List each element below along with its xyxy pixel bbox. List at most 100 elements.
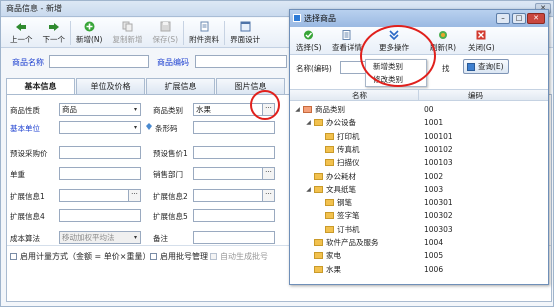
tree-row[interactable]: 水果 1006 — [290, 263, 548, 276]
cost-method-select[interactable]: 移动加权平均法 ▾ — [59, 231, 141, 244]
ext4-label: 扩展信息4 — [10, 212, 45, 221]
remark-label: 备注 — [153, 234, 168, 243]
nature-select[interactable]: 商品 ▾ — [59, 103, 141, 116]
measure-checkbox-row[interactable]: 启用计量方式（金额 = 单价×重量） — [10, 251, 151, 262]
arrow-left-icon — [15, 21, 27, 32]
product-code-input[interactable] — [195, 55, 287, 68]
tree-row-name: 办公耗材 — [305, 170, 356, 183]
plus-icon — [83, 21, 95, 32]
tree-row[interactable]: 传真机 100102 — [290, 143, 548, 156]
tree-row[interactable]: 软件产品及服务 1004 — [290, 236, 548, 249]
tree-row-code: 1005 — [424, 251, 444, 261]
tree-row-name: ◢ 办公设备 — [305, 116, 356, 129]
batch-checkbox-label: 启用批号管理 — [160, 252, 208, 261]
tab-unit-price[interactable]: 单位及价格 — [76, 78, 145, 94]
save-icon — [159, 21, 171, 32]
tree-row[interactable]: 钢笔 100301 — [290, 196, 548, 209]
save-button[interactable]: 保存(S) — [147, 18, 183, 48]
tree-row-name: 软件产品及服务 — [305, 236, 379, 249]
barcode-input[interactable] — [193, 121, 275, 134]
expand-toggle-icon[interactable]: ◢ — [305, 183, 312, 196]
attachment-button[interactable]: 附件资料 — [184, 18, 224, 48]
select-button[interactable]: 选择(S) — [296, 27, 322, 55]
expand-toggle-icon[interactable]: ◢ — [294, 103, 301, 116]
tab-images[interactable]: 图片信息 — [216, 78, 285, 94]
ext5-input[interactable] — [193, 209, 275, 222]
tab-extended-info[interactable]: 扩展信息 — [146, 78, 215, 94]
window-layout-icon — [239, 21, 251, 32]
tree-row[interactable]: ◢ 文具纸笔 1003 — [290, 183, 548, 196]
sale-price-label: 预设售价1 — [153, 149, 188, 158]
add-button[interactable]: 新增(N) — [71, 18, 107, 48]
ext4-input[interactable] — [59, 209, 141, 222]
tree-row-code: 100103 — [424, 158, 453, 168]
tree-row[interactable]: 签字笔 100302 — [290, 209, 548, 222]
dialog-close-button[interactable]: ✕ — [527, 13, 545, 24]
tree-row-code: 100302 — [424, 211, 453, 221]
product-name-label: 商品名称 — [12, 58, 44, 67]
tree-row-code: 100301 — [424, 198, 453, 208]
tree-row-label: 家电 — [326, 251, 341, 261]
measure-checkbox-label: 启用计量方式（金额 = 单价×重量） — [20, 252, 151, 261]
minimize-button[interactable]: – — [496, 13, 510, 24]
column-name: 名称 — [352, 91, 367, 100]
prev-button[interactable]: 上一个 — [5, 18, 38, 48]
tree-row-name: ◢ 文具纸笔 — [305, 183, 356, 196]
batch-checkbox[interactable] — [150, 253, 157, 260]
folder-icon — [314, 265, 323, 273]
ext1-input[interactable]: ··· — [59, 189, 141, 202]
tree-row[interactable]: 订书机 100303 — [290, 223, 548, 236]
check-icon — [303, 30, 315, 40]
ui-design-button[interactable]: 界面设计 — [225, 18, 265, 48]
folder-icon — [314, 172, 323, 180]
tree-row-label: 签字笔 — [337, 211, 360, 221]
tree-row[interactable]: 打印机 100101 — [290, 130, 548, 143]
nature-label: 商品性质 — [10, 106, 40, 115]
sales-dept-input[interactable]: ··· — [193, 167, 275, 180]
chevron-down-icon: ▾ — [133, 106, 137, 113]
highlight-ring — [360, 25, 436, 87]
close-button[interactable]: 关闭(G) — [468, 27, 495, 55]
auto-batch-checkbox-row[interactable]: 自动生成批号 — [210, 251, 268, 262]
remark-input[interactable] — [193, 231, 275, 244]
column-code: 编码 — [468, 91, 483, 100]
refresh-icon — [437, 30, 449, 40]
tree-row[interactable]: 家电 1005 — [290, 249, 548, 262]
view-details-button[interactable]: 查看详情 — [332, 27, 362, 55]
base-unit-select[interactable]: ▾ — [59, 121, 141, 134]
ext1-browse-button[interactable]: ··· — [128, 190, 140, 201]
tree-row[interactable]: 办公耗材 1002 — [290, 170, 548, 183]
sales-dept-browse-button[interactable]: ··· — [262, 168, 274, 179]
next-button[interactable]: 下一个 — [38, 18, 71, 48]
purchase-price-input[interactable] — [59, 146, 141, 159]
document-icon — [341, 29, 353, 40]
folder-icon — [325, 145, 334, 153]
chevron-down-icon: ▾ — [133, 124, 137, 131]
tree-row-label: 商品类别 — [315, 105, 345, 114]
arrow-right-icon — [48, 21, 60, 32]
cost-method-value: 移动加权平均法 — [62, 233, 115, 242]
main-tabs: 基本信息 单位及价格 扩展信息 图片信息 — [6, 78, 286, 95]
folder-icon — [314, 185, 323, 193]
product-code-label: 商品编码 — [157, 58, 189, 67]
query-button[interactable]: 查询(E) — [463, 59, 509, 74]
sale-price-input[interactable] — [193, 146, 275, 159]
maximize-button[interactable]: □ — [512, 13, 526, 24]
folder-icon — [314, 252, 323, 260]
weight-input[interactable] — [59, 167, 141, 180]
product-name-input[interactable] — [49, 55, 149, 68]
ext2-input[interactable]: ··· — [193, 189, 275, 202]
tree-row[interactable]: 扫描仪 100103 — [290, 156, 548, 169]
batch-checkbox-row[interactable]: 启用批号管理 — [150, 251, 208, 262]
folder-icon — [325, 199, 334, 207]
copy-add-button[interactable]: 复制新增 — [107, 18, 147, 48]
expand-toggle-icon[interactable]: ◢ — [305, 116, 312, 129]
tree-row[interactable]: ◢ 商品类别 00 — [290, 103, 548, 116]
tab-basic-info[interactable]: 基本信息 — [6, 78, 75, 95]
tree-row[interactable]: ◢ 办公设备 1001 — [290, 116, 548, 129]
ext2-browse-button[interactable]: ··· — [262, 190, 274, 201]
auto-batch-checkbox-label: 自动生成批号 — [220, 252, 268, 261]
dialog-title-bar: 选择商品 – □ ✕ — [290, 10, 548, 27]
auto-batch-checkbox[interactable] — [210, 253, 217, 260]
measure-checkbox[interactable] — [10, 253, 17, 260]
